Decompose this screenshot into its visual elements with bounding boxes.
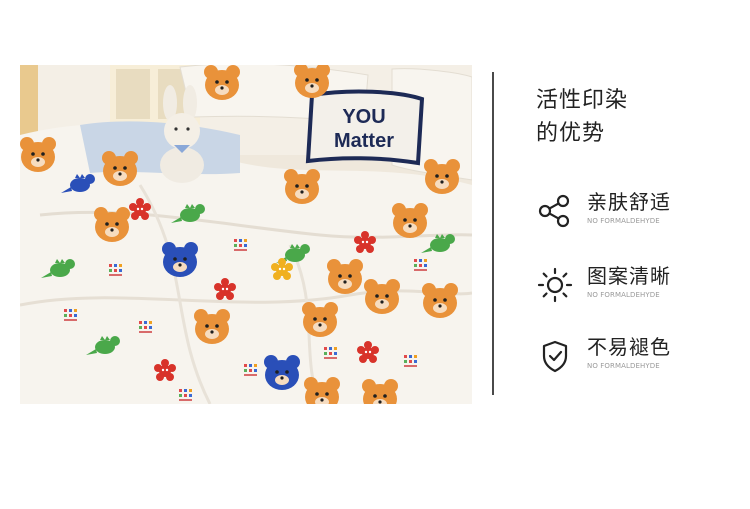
share-nodes-icon	[536, 192, 574, 230]
shield-check-icon	[536, 337, 574, 375]
feature-skin-friendly: 亲肤舒适 NO FORMALDEHYDE	[536, 188, 736, 232]
feature-subtitle: NO FORMALDEHYDE	[587, 291, 660, 299]
section-heading: 活性印染 的优势	[536, 84, 628, 150]
feature-title: 不易褪色	[587, 335, 671, 359]
vertical-divider	[492, 72, 494, 395]
you-matter-pillow: YOU Matter	[305, 89, 425, 166]
feature-title: 图案清晰	[587, 264, 671, 288]
feature-title: 亲肤舒适	[587, 190, 671, 214]
feature-colorfast: 不易褪色 NO FORMALDEHYDE	[536, 333, 736, 377]
heading-line-1: 活性印染	[536, 88, 629, 113]
feature-subtitle: NO FORMALDEHYDE	[587, 362, 660, 370]
feature-subtitle: NO FORMALDEHYDE	[587, 217, 660, 225]
bedding-product-photo: YOU Matter	[20, 65, 472, 404]
sun-icon	[536, 266, 574, 304]
pillow-text-you: YOU	[342, 106, 385, 128]
heading-line-2: 的优势	[536, 121, 606, 146]
pillow-text-matter: Matter	[334, 130, 394, 152]
feature-clear-pattern: 图案清晰 NO FORMALDEHYDE	[536, 262, 736, 306]
